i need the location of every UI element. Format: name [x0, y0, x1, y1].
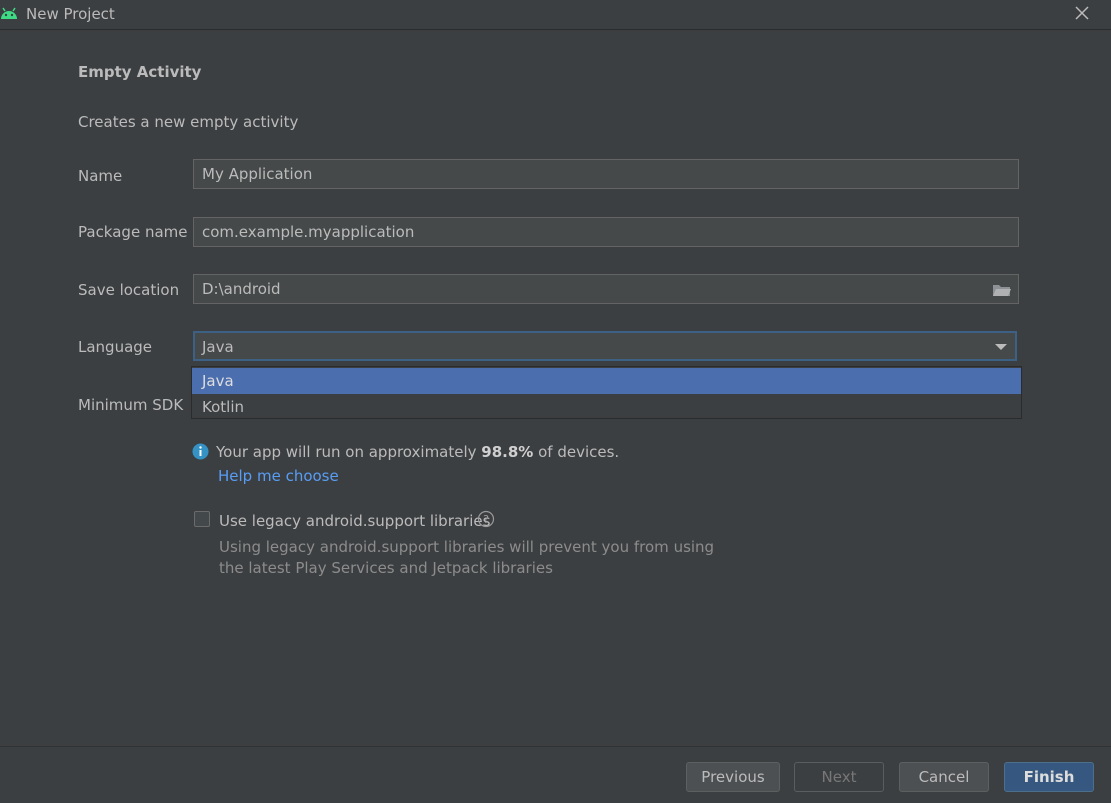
package-input[interactable] — [193, 217, 1019, 247]
name-input[interactable] — [193, 159, 1019, 189]
help-me-choose-link[interactable]: Help me choose — [218, 467, 339, 485]
activity-heading: Empty Activity — [78, 63, 202, 81]
legacy-hint-line2: the latest Play Services and Jetpack lib… — [219, 559, 553, 577]
language-select[interactable]: Java — [193, 331, 1017, 361]
svg-text:?: ? — [483, 513, 489, 526]
device-coverage-text: Your app will run on approximately 98.8%… — [216, 443, 620, 461]
question-icon[interactable]: ? — [477, 510, 495, 528]
chevron-down-icon — [995, 344, 1007, 350]
legacy-support-label[interactable]: Use legacy android.support libraries — [219, 512, 490, 530]
android-icon — [1, 7, 17, 19]
legacy-support-checkbox[interactable] — [194, 511, 210, 527]
save-location-input[interactable] — [193, 274, 1019, 304]
close-icon[interactable] — [1073, 4, 1091, 22]
activity-description: Creates a new empty activity — [78, 113, 299, 131]
name-label: Name — [78, 167, 123, 185]
window-title: New Project — [26, 5, 115, 23]
previous-button[interactable]: Previous — [686, 762, 780, 792]
min-sdk-label: Minimum SDK — [78, 396, 184, 414]
language-option-kotlin[interactable]: Kotlin — [192, 394, 1021, 420]
finish-button[interactable]: Finish — [1004, 762, 1094, 792]
next-button[interactable]: Next — [794, 762, 884, 792]
coverage-percentage: 98.8% — [481, 443, 534, 461]
folder-icon[interactable] — [992, 282, 1012, 298]
legacy-hint-line1: Using legacy android.support libraries w… — [219, 538, 715, 556]
package-label: Package name — [78, 223, 188, 241]
footer-divider — [0, 746, 1111, 747]
title-bar: New Project — [0, 0, 1111, 30]
language-option-java[interactable]: Java — [192, 368, 1021, 394]
language-label: Language — [78, 338, 153, 356]
info-icon — [192, 443, 209, 460]
language-dropdown-list: Java Kotlin — [191, 366, 1022, 419]
language-selected-value: Java — [202, 338, 234, 356]
cancel-button[interactable]: Cancel — [899, 762, 989, 792]
location-label: Save location — [78, 281, 180, 299]
